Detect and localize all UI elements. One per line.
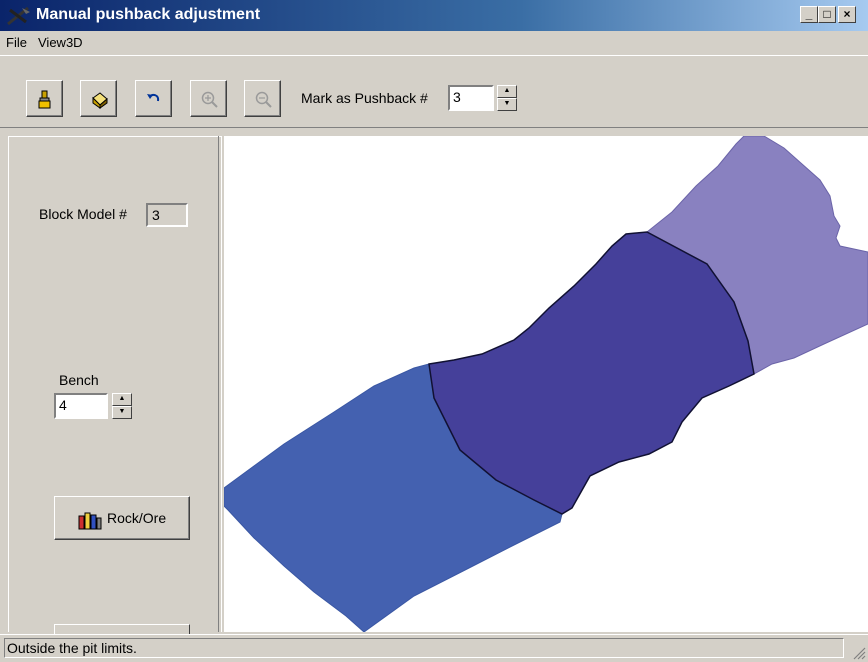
menu-view3d[interactable]: View3D bbox=[38, 35, 83, 50]
paint-brush-icon bbox=[38, 90, 51, 109]
fill-bucket-icon bbox=[92, 92, 108, 109]
zoom-out-icon bbox=[255, 91, 272, 108]
window-title: Manual pushback adjustment bbox=[36, 6, 261, 23]
fill-button[interactable] bbox=[80, 80, 117, 117]
maximize-button[interactable]: □ bbox=[818, 6, 836, 23]
block-model-field: 3 bbox=[146, 203, 188, 227]
bench-label: Bench bbox=[59, 372, 99, 388]
bench-spinner[interactable]: ▲ ▼ bbox=[112, 393, 132, 419]
status-text: Outside the pit limits. bbox=[4, 638, 844, 658]
spin-down-icon[interactable]: ▼ bbox=[497, 98, 517, 111]
rock-ore-label: Rock/Ore bbox=[107, 510, 167, 526]
resize-grip-icon[interactable] bbox=[852, 646, 866, 660]
spin-down-icon[interactable]: ▼ bbox=[112, 406, 132, 419]
menu-file[interactable]: File bbox=[6, 35, 27, 50]
app-icon bbox=[7, 6, 30, 26]
spin-up-icon[interactable]: ▲ bbox=[497, 85, 517, 98]
block-model-label: Block Model # bbox=[39, 206, 127, 222]
zoom-in-button[interactable] bbox=[190, 80, 227, 117]
bench-input[interactable]: 4 bbox=[54, 393, 108, 419]
title-bar: Manual pushback adjustment _ □ × bbox=[0, 0, 868, 31]
panel-divider[interactable] bbox=[218, 136, 222, 632]
undo-button[interactable] bbox=[135, 80, 172, 117]
rock-ore-icon bbox=[78, 512, 102, 530]
spin-up-icon[interactable]: ▲ bbox=[112, 393, 132, 406]
paint-button[interactable] bbox=[26, 80, 63, 117]
undo-icon bbox=[147, 93, 160, 102]
pushback-input[interactable]: 3 bbox=[448, 85, 494, 111]
toolbar bbox=[0, 55, 868, 128]
menu-bar: File View3D bbox=[0, 31, 868, 55]
zoom-out-button[interactable] bbox=[244, 80, 281, 117]
pit-view-canvas[interactable] bbox=[224, 136, 868, 632]
pushback-view[interactable] bbox=[224, 136, 868, 632]
pushback-spinner[interactable]: ▲ ▼ bbox=[497, 85, 517, 111]
partial-button[interactable] bbox=[54, 624, 190, 634]
close-button[interactable]: × bbox=[838, 6, 856, 23]
rock-ore-button[interactable]: Rock/Ore bbox=[54, 496, 190, 540]
zoom-in-icon bbox=[201, 91, 218, 108]
minimize-button[interactable]: _ bbox=[800, 6, 818, 23]
pushback-label: Mark as Pushback # bbox=[301, 90, 428, 106]
